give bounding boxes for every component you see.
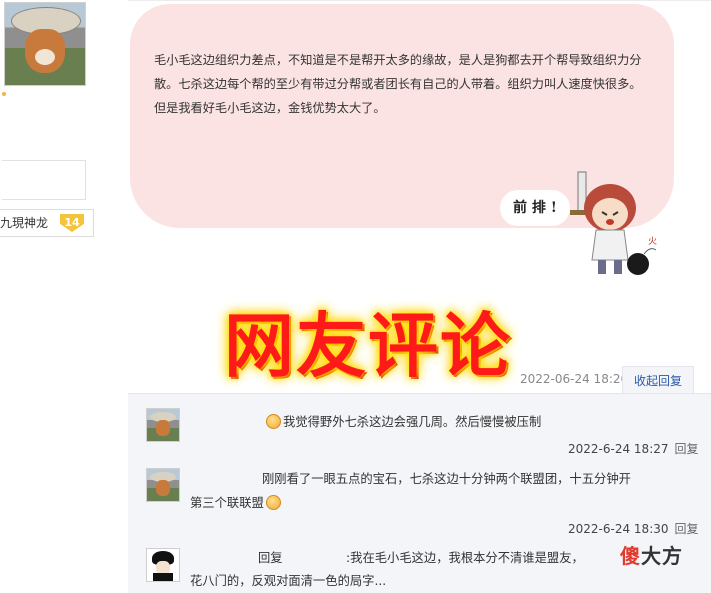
reply-button[interactable]: 回复	[675, 442, 699, 456]
post-content: 毛小毛这边组织力差点，不知道是不是帮开太多的缘故，是人是狗都去开个帮导致组织力分…	[154, 48, 654, 120]
reply-text: 第三个联联盟	[190, 492, 283, 514]
sticker-text: 前 排 !	[500, 190, 570, 226]
level-badge: 14	[60, 214, 84, 232]
reply-prefix[interactable]: 回复	[258, 551, 283, 565]
reply-body: 第三个联联盟	[190, 496, 264, 510]
watermark-part1: 傻	[620, 544, 641, 568]
reply-body: 花八门的，反观对面清一色的局字...	[190, 574, 387, 588]
user-sidebar: 九現神龙 14	[0, 0, 108, 592]
post-paragraph: 毛小毛这边组织力差点，不知道是不是帮开太多的缘故，是人是狗都去开个帮导致组织力分…	[154, 53, 642, 91]
reply-avatar[interactable]	[146, 468, 180, 502]
reply-meta: 2022-6-24 18:30 回复	[568, 520, 699, 537]
reply-button[interactable]: 回复	[675, 522, 699, 536]
reply-avatar[interactable]	[146, 548, 180, 582]
watermark-logo: 傻大方	[620, 540, 683, 569]
user-name[interactable]: 九現神龙	[0, 216, 48, 230]
collapse-replies-link[interactable]: 收起回复	[622, 366, 694, 394]
user-name-card[interactable]: 九現神龙 14	[0, 209, 94, 237]
user-avatar[interactable]	[4, 2, 86, 86]
divider	[128, 0, 711, 1]
post-timestamp: 2022-06-24 18:26	[520, 372, 629, 386]
watermark-part2: 大方	[641, 544, 683, 568]
reply-text: 花八门的，反观对面清一色的局字...	[190, 570, 386, 592]
svg-text:火: 火	[648, 236, 657, 247]
reply-text: :我在毛小毛这边，我根本分不清谁是盟友，	[346, 547, 584, 569]
reply-meta: 2022-6-24 18:27 回复	[568, 440, 699, 457]
banner-title: 网友评论	[224, 304, 512, 387]
status-dot	[2, 92, 6, 96]
smile-emoji	[266, 414, 281, 429]
reply-avatar[interactable]	[146, 408, 180, 442]
reply-body: 我觉得野外七杀这边会强几周。然后慢慢被压制	[283, 415, 542, 429]
reply-text: 刚刚看了一眼五点的宝石，七杀这边十分钟两个联盟团，十五分钟开	[262, 468, 631, 490]
reply-text: 我觉得野外七杀这边会强几周。然后慢慢被压制	[266, 411, 541, 433]
reply-body: :我在毛小毛这边，我根本分不清谁是盟友，	[346, 551, 584, 565]
post-paragraph: 但是我看好毛小毛这边，金钱优势太大了。	[154, 101, 386, 115]
grin-emoji	[265, 495, 281, 510]
reply-timestamp: 2022-6-24 18:27	[568, 442, 669, 456]
reply-text: 回复	[258, 547, 283, 569]
reply-timestamp: 2022-6-24 18:30	[568, 522, 669, 536]
reply-body: 刚刚看了一眼五点的宝石，七杀这边十分钟两个联盟团，十五分钟开	[262, 472, 631, 486]
user-info-card	[2, 160, 86, 200]
